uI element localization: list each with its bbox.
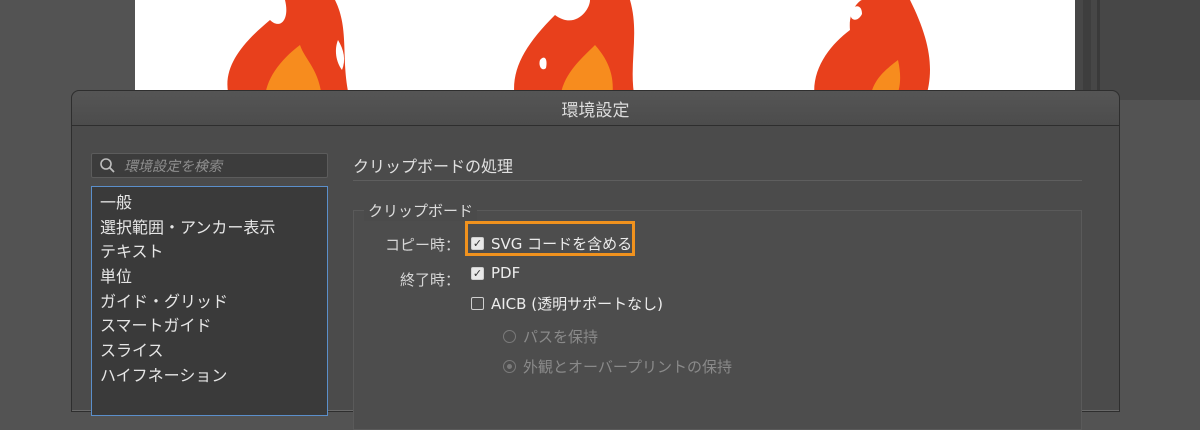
checkbox-checked-icon: ✓ [471, 266, 484, 280]
search-icon [100, 157, 115, 173]
section-divider [353, 180, 1082, 181]
category-item-smart-guides[interactable]: スマートガイド [92, 314, 327, 339]
category-item-hyphenation[interactable]: ハイフネーション [92, 364, 327, 389]
category-item-general[interactable]: 一般 [92, 191, 327, 216]
radio-off-icon [503, 330, 516, 343]
category-item-units[interactable]: 単位 [92, 265, 327, 290]
search-placeholder: 環境設定を検索 [124, 158, 222, 175]
category-item-selection-anchor-display[interactable]: 選択範囲・アンカー表示 [92, 216, 327, 241]
panel-divider [1097, 0, 1100, 100]
clipboard-group [353, 210, 1082, 430]
dialog-title: 環境設定 [561, 100, 630, 121]
artboard-canvas [135, 0, 1075, 100]
pdf-checkbox[interactable]: ✓ PDF [471, 264, 520, 282]
category-list: 一般 選択範囲・アンカー表示 テキスト 単位 ガイド・グリッド スマートガイド … [91, 186, 328, 416]
dialog-titlebar[interactable]: 環境設定 [72, 91, 1119, 126]
category-item-slices[interactable]: スライス [92, 339, 327, 364]
preferences-search-field[interactable]: 環境設定を検索 [91, 153, 328, 178]
pdf-label: PDF [491, 264, 521, 282]
keep-appearance-label: 外観とオーバープリントの保持 [523, 358, 732, 376]
keep-appearance-radio[interactable]: 外観とオーバープリントの保持 [503, 356, 732, 377]
section-title: クリップボードの処理 [353, 157, 514, 176]
aicb-label: AICB (透明サポートなし) [491, 295, 663, 313]
copy-label: コピー時： [384, 236, 460, 254]
preferences-dialog: 環境設定 環境設定を検索 一般 選択範囲・アンカー表示 テキスト 単位 ガイド・… [71, 90, 1120, 430]
flame-illustration-1 [227, 0, 350, 100]
category-item-text[interactable]: テキスト [92, 240, 327, 265]
panel-dock [1075, 0, 1200, 100]
aicb-checkbox[interactable]: AICB (透明サポートなし) [471, 293, 663, 314]
flame-illustration-2 [514, 0, 635, 100]
category-item-guides-grid[interactable]: ガイド・グリッド [92, 290, 327, 315]
keep-paths-radio[interactable]: パスを保持 [503, 326, 598, 347]
clipboard-group-label: クリップボード [364, 200, 478, 221]
keep-paths-label: パスを保持 [523, 328, 599, 346]
checkbox-checked-icon: ✓ [471, 237, 484, 250]
vertical-scrollbar[interactable] [1083, 0, 1091, 100]
radio-on-icon [503, 360, 516, 373]
svg-code-label: SVG コードを含める [491, 235, 633, 253]
quit-label: 終了時： [399, 271, 460, 289]
checkbox-unchecked-icon [471, 297, 484, 310]
flame-illustration-3 [814, 0, 930, 100]
svg-code-checkbox[interactable]: ✓ SVG コードを含める [471, 233, 632, 254]
